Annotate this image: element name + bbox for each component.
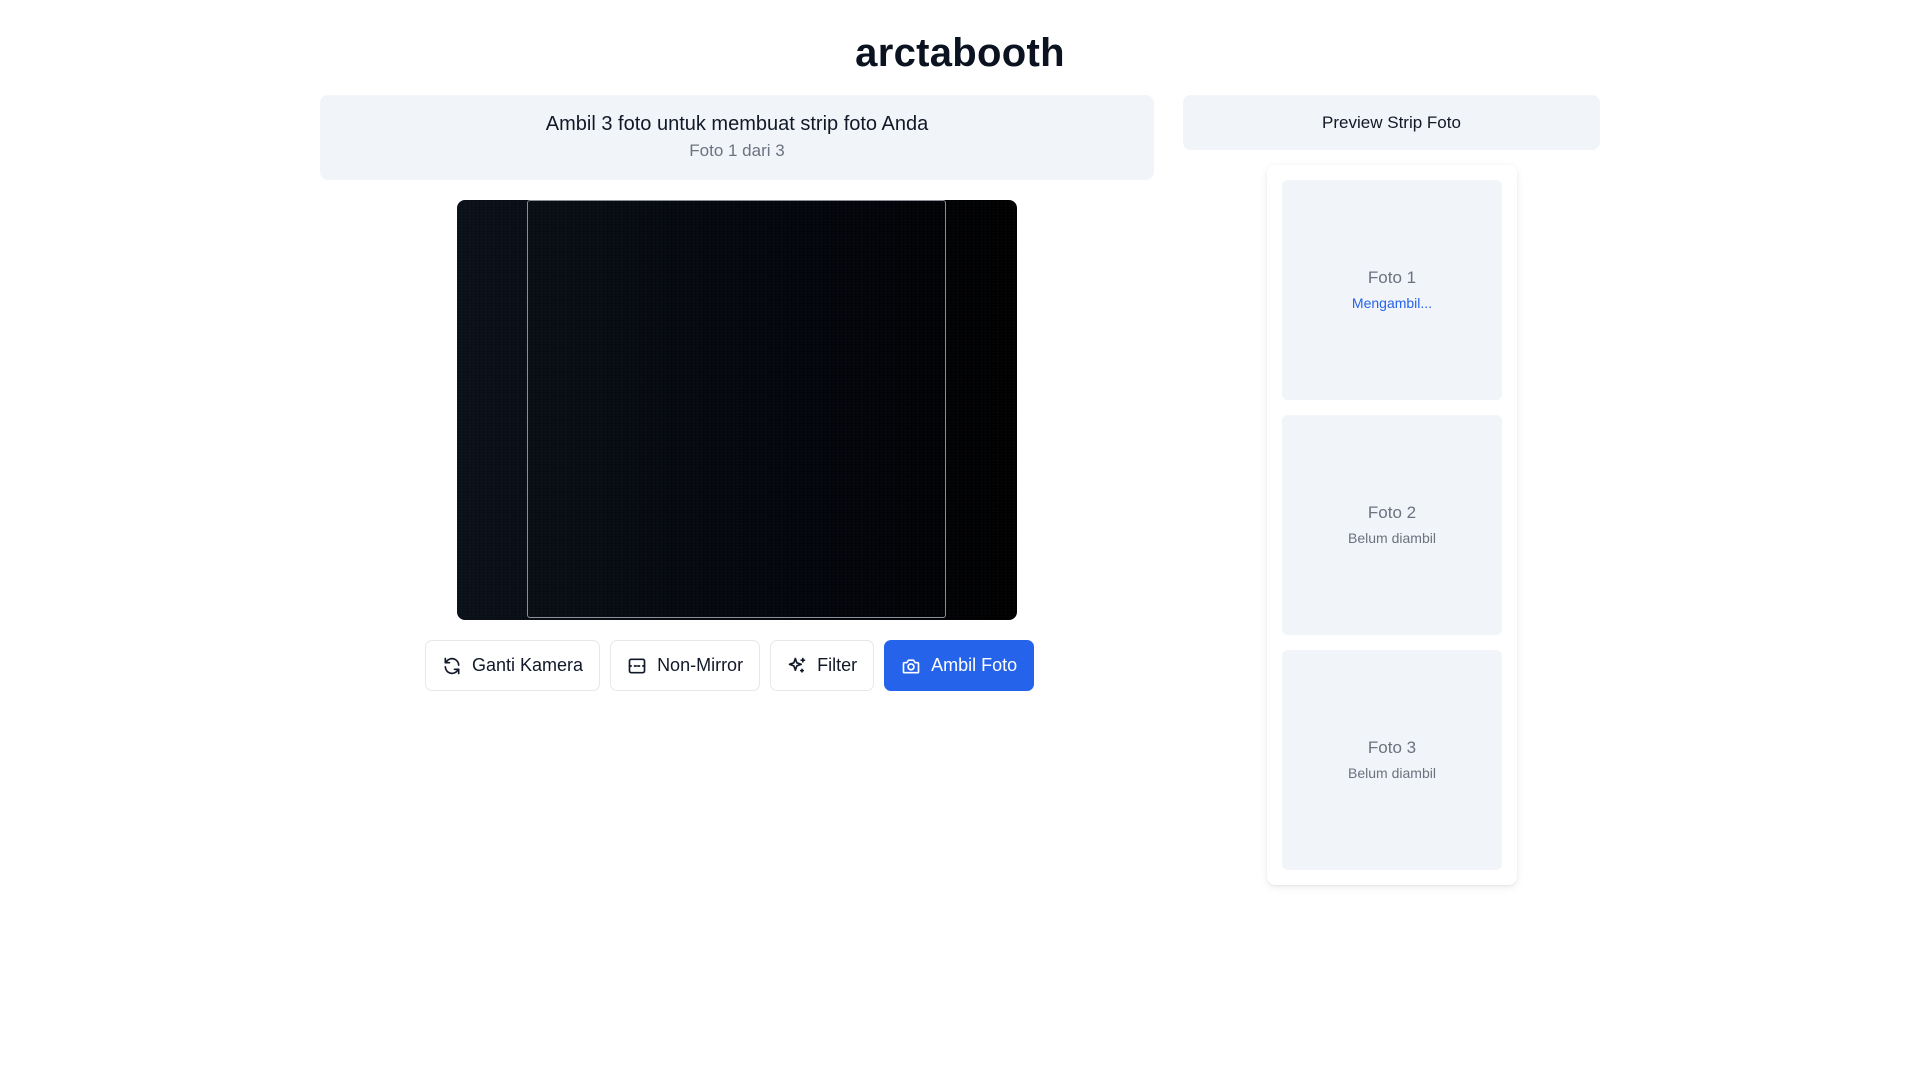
photo-slot-2: Foto 2 Belum diambil bbox=[1282, 415, 1502, 635]
mirror-toggle-button[interactable]: Non-Mirror bbox=[610, 640, 761, 691]
take-photo-button[interactable]: Ambil Foto bbox=[884, 640, 1035, 691]
filter-label: Filter bbox=[817, 655, 858, 675]
filter-button[interactable]: Filter bbox=[770, 640, 875, 691]
refresh-icon bbox=[442, 656, 462, 676]
instruction-text: Ambil 3 foto untuk membuat strip foto An… bbox=[545, 113, 929, 135]
photo-slot-1: Foto 1 Mengambil... bbox=[1282, 180, 1502, 400]
preview-strip-header: Preview Strip Foto bbox=[1183, 95, 1600, 150]
photo-slot-status: Belum diambil bbox=[1348, 530, 1436, 546]
photo-slot-status: Mengambil... bbox=[1351, 295, 1433, 311]
photo-slot-label: Foto 1 bbox=[1367, 268, 1417, 287]
camera-icon bbox=[901, 656, 921, 676]
instruction-banner: Ambil 3 foto untuk membuat strip foto An… bbox=[320, 95, 1154, 180]
photo-slot-label: Foto 3 bbox=[1367, 738, 1417, 757]
photo-slot-status: Belum diambil bbox=[1348, 765, 1436, 781]
mirror-toggle-label: Non-Mirror bbox=[657, 655, 744, 675]
take-photo-label: Ambil Foto bbox=[931, 655, 1018, 675]
switch-camera-label: Ganti Kamera bbox=[472, 655, 584, 675]
flip-icon bbox=[627, 656, 647, 676]
camera-viewfinder bbox=[457, 200, 1017, 620]
sparkles-icon bbox=[787, 656, 807, 676]
photo-progress-text: Foto 1 dari 3 bbox=[689, 141, 785, 160]
photo-slot-3: Foto 3 Belum diambil bbox=[1282, 650, 1502, 870]
crop-frame bbox=[527, 200, 946, 618]
app-title: arctabooth bbox=[855, 31, 1065, 75]
camera-controls: Ganti Kamera Non-Mirror Filter Ambil Fot… bbox=[425, 640, 1035, 691]
switch-camera-button[interactable]: Ganti Kamera bbox=[425, 640, 601, 691]
photo-strip-preview: Foto 1 Mengambil... Foto 2 Belum diambil… bbox=[1267, 165, 1517, 885]
photo-slot-label: Foto 2 bbox=[1367, 503, 1417, 522]
